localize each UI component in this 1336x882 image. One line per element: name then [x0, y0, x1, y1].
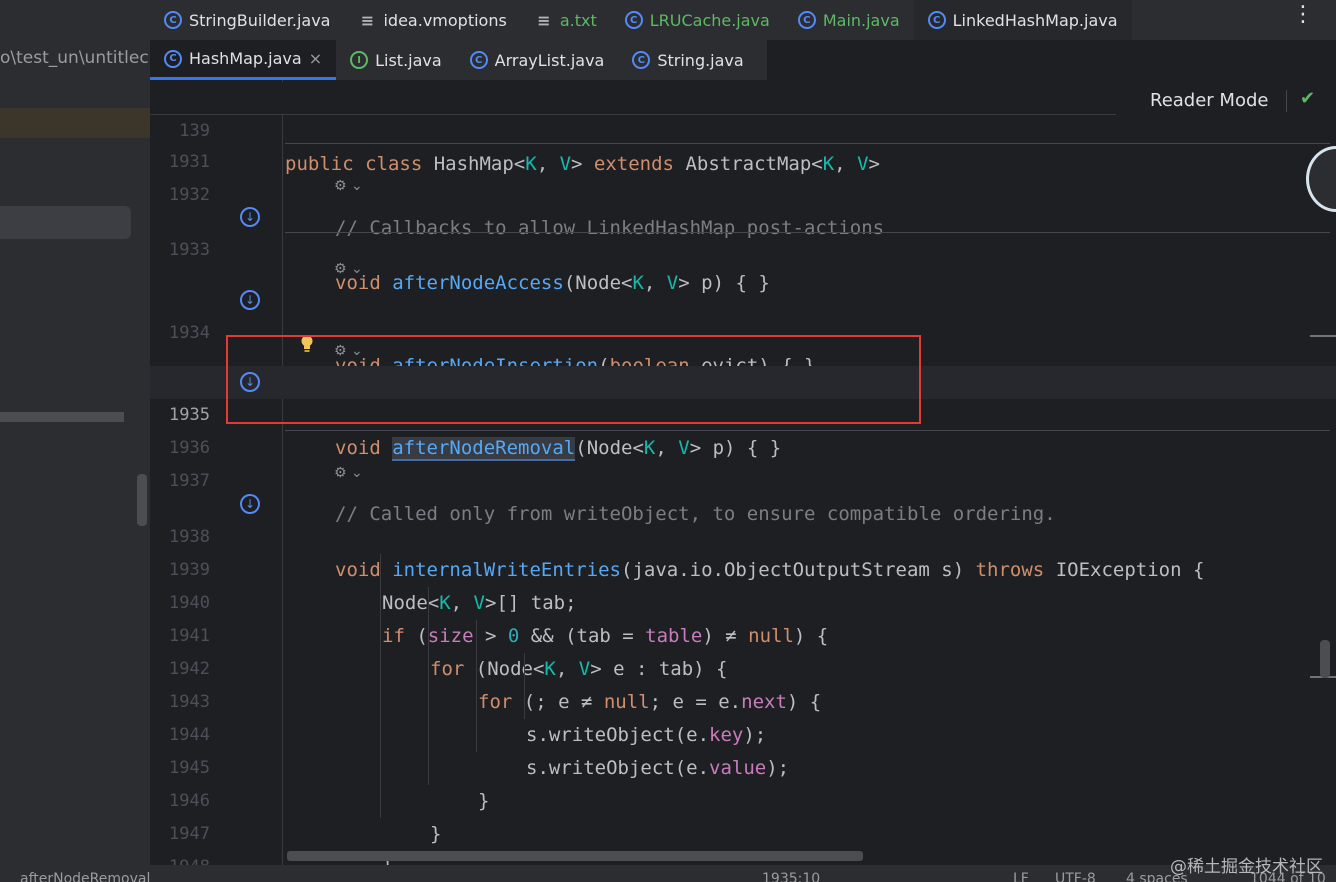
inlay-hint-icon[interactable]: ⚙ ⌄ [334, 261, 363, 277]
class-icon: C [927, 11, 946, 29]
code-line[interactable]: 1944 s.writeObject(e.value); [150, 686, 1336, 779]
code-line[interactable]: 1937 // Called only from writeObject, to… [150, 432, 1336, 525]
more-options-icon[interactable]: ⋮ [1292, 2, 1314, 27]
tab-main[interactable]: C Main.java [784, 0, 914, 40]
indent-guide [380, 554, 381, 818]
code-line[interactable]: 1931 [150, 113, 1336, 172]
project-panel: o\test_un\untitlec [0, 0, 150, 882]
editor-tabs-row-2: C HashMap.java × I List.java C ArrayList… [150, 40, 767, 80]
line-separator[interactable]: LF [1013, 871, 1029, 882]
code-line[interactable]: 1948 } [150, 818, 1336, 865]
editor-vertical-scrollbar[interactable] [1320, 640, 1330, 678]
tab-hashmap[interactable]: C HashMap.java × [150, 40, 337, 80]
tab-a-txt[interactable]: ≡ a.txt [521, 0, 611, 40]
class-icon: C [164, 49, 182, 68]
code-line[interactable]: 1946 } [150, 752, 1336, 845]
code-line[interactable]: 1941 for (Node<K, V> e : tab) { [150, 587, 1336, 680]
class-icon: C [632, 51, 651, 69]
code-line[interactable]: 1945 } [150, 719, 1336, 812]
overridden-method-icon[interactable]: ↓ [240, 207, 260, 227]
project-tree-highlight-row[interactable] [0, 108, 150, 138]
interface-icon: I [350, 51, 369, 69]
class-icon: C [797, 11, 816, 29]
tab-idea-vmoptions[interactable]: ≡ idea.vmoptions [344, 0, 520, 40]
code-line[interactable]: 1947 } [150, 785, 1336, 865]
file-lines-icon: ≡ [360, 10, 375, 30]
tab-stringbuilder[interactable]: C StringBuilder.java [150, 0, 344, 40]
indent-guide [476, 620, 477, 752]
tab-linkedhashmap[interactable]: C LinkedHashMap.java [913, 0, 1132, 40]
project-path: o\test_un\untitlec [0, 48, 149, 68]
editor-tabs-row-1: C StringBuilder.java ≡ idea.vmoptions ≡ … [150, 0, 1336, 40]
tab-string[interactable]: C String.java [618, 40, 757, 80]
method-separator [285, 430, 1330, 431]
tab-arraylist[interactable]: C ArrayList.java [456, 40, 619, 80]
annotation-highlight-box [226, 335, 921, 424]
method-separator [285, 232, 1330, 233]
editor-horizontal-scrollbar[interactable] [287, 851, 863, 861]
code-line[interactable]: 1939 Node<K, V>[] tab; [150, 521, 1336, 614]
method-separator [285, 143, 1330, 144]
status-breadcrumb[interactable]: afterNodeRemoval [20, 871, 150, 882]
inlay-hint-icon[interactable]: ⚙ ⌄ [334, 465, 363, 481]
overridden-method-icon[interactable]: ↓ [240, 494, 260, 514]
indent-guide [524, 653, 525, 719]
file-lines-icon: ≡ [537, 10, 551, 30]
code-line[interactable]: 1938 void internalWriteEntries(java.io.O… [150, 488, 1336, 581]
tab-list[interactable]: I List.java [336, 40, 456, 80]
code-line[interactable]: 1943 s.writeObject(e.key); [150, 653, 1336, 746]
project-vertical-scrollbar[interactable] [137, 474, 147, 526]
class-icon: C [624, 11, 643, 29]
status-bar: afterNodeRemoval 1935:10 LF UTF-8 4 spac… [0, 865, 1336, 882]
code-line[interactable]: 1942 for (; e ≠ null; e = e.next) { [150, 620, 1336, 713]
watermark: @稀土掘金技术社区 [1170, 857, 1323, 877]
project-tree-selected-row[interactable] [0, 206, 131, 239]
code-line[interactable]: 1933 void afterNodeAccess(Node<K, V> p) … [150, 201, 1336, 294]
reader-mode-divider [1286, 90, 1287, 112]
scroll-marker [1310, 335, 1336, 337]
code-line[interactable]: 1940 if (size > 0 && (tab = table) ≠ nul… [150, 554, 1336, 647]
file-encoding[interactable]: UTF-8 [1055, 871, 1096, 882]
code-line[interactable]: 1932 // Callbacks to allow LinkedHashMap… [150, 146, 1336, 239]
overridden-method-icon[interactable]: ↓ [240, 290, 260, 310]
reader-mode-button[interactable]: Reader Mode [1150, 90, 1268, 111]
class-icon: C [469, 51, 488, 69]
code-editor[interactable]: 139 public class HashMap<K, V> extends A… [150, 80, 1336, 865]
project-horizontal-scrollbar[interactable] [0, 412, 124, 422]
tab-lrucache[interactable]: C LRUCache.java [611, 0, 784, 40]
class-icon: C [164, 11, 182, 29]
cursor-position[interactable]: 1935:10 [762, 871, 820, 882]
code-line[interactable]: 1934 void afterNodeInsertion(boolean evi… [150, 284, 1336, 377]
checkmark-icon[interactable]: ✔ [1300, 88, 1315, 109]
inlay-hint-icon[interactable]: ⚙ ⌄ [334, 178, 363, 194]
indent-guide [428, 587, 429, 785]
close-tab-icon[interactable]: × [309, 49, 322, 68]
